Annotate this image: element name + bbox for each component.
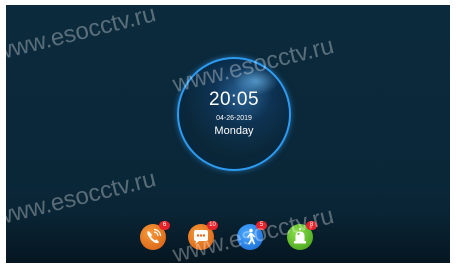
visitors-badge: 5 [256, 221, 267, 230]
clock-date: 04-26-2019 [216, 115, 252, 122]
alarm-button[interactable]: 8 [287, 221, 317, 250]
calls-button[interactable]: 6 [140, 221, 170, 250]
clock-time: 20:05 [208, 89, 260, 110]
app-dock [6, 215, 450, 263]
alarm-badge: 8 [306, 221, 317, 230]
messages-button[interactable]: 10 [188, 221, 218, 250]
calls-badge: 6 [159, 221, 170, 230]
visitors-button[interactable]: 5 [237, 221, 267, 250]
home-screen: 20:05 04-26-2019 Monday [6, 5, 450, 263]
clock-weekday: Monday [214, 125, 254, 137]
messages-badge: 10 [207, 221, 218, 230]
clock-widget: 20:05 04-26-2019 Monday [177, 57, 291, 171]
